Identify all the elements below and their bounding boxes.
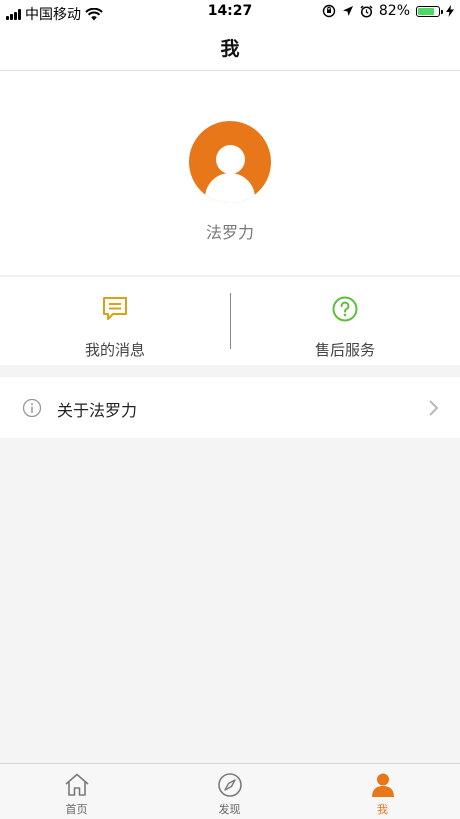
my-messages-label: 我的消息: [84, 341, 145, 359]
status-bar: 中国移动 14:27 82%: [0, 0, 460, 24]
about-menu-item[interactable]: 关于法罗力: [0, 377, 460, 438]
battery-fill: [418, 7, 435, 15]
home-icon: [65, 773, 89, 796]
charging-icon: [446, 5, 454, 17]
tab-me[interactable]: 我: [306, 764, 459, 819]
nav-bar: 我: [0, 24, 460, 71]
avatar-shoulders: [205, 173, 255, 203]
profile-section: 法罗力: [0, 71, 460, 275]
orientation-lock-icon: [322, 4, 336, 18]
tab-bar: 首页 发现 我: [0, 763, 460, 819]
tab-discover-label: 发现: [218, 803, 241, 816]
battery-icon: [416, 5, 443, 17]
chevron-right-icon: [429, 400, 439, 416]
help-circle-icon: [332, 296, 358, 322]
battery-percent: 82%: [378, 3, 410, 19]
after-sales-button[interactable]: 售后服务: [230, 277, 460, 365]
info-icon: [22, 398, 42, 418]
page-title: 我: [220, 38, 240, 60]
about-label: 关于法罗力: [57, 401, 138, 420]
tab-discover[interactable]: 发现: [153, 764, 306, 819]
avatar[interactable]: [189, 121, 271, 203]
tab-home-label: 首页: [65, 803, 88, 816]
action-row: 我的消息 售后服务: [0, 276, 460, 365]
location-icon: [342, 6, 353, 16]
status-right: 82%: [322, 3, 454, 19]
message-icon: [103, 297, 127, 320]
my-messages-button[interactable]: 我的消息: [0, 277, 230, 365]
tab-home[interactable]: 首页: [0, 764, 153, 819]
username: 法罗力: [205, 223, 254, 242]
tab-me-label: 我: [377, 803, 388, 816]
avatar-head: [216, 145, 245, 174]
after-sales-label: 售后服务: [314, 341, 375, 359]
compass-icon: [218, 773, 242, 797]
user-icon: [372, 773, 394, 797]
alarm-icon: [360, 4, 373, 18]
